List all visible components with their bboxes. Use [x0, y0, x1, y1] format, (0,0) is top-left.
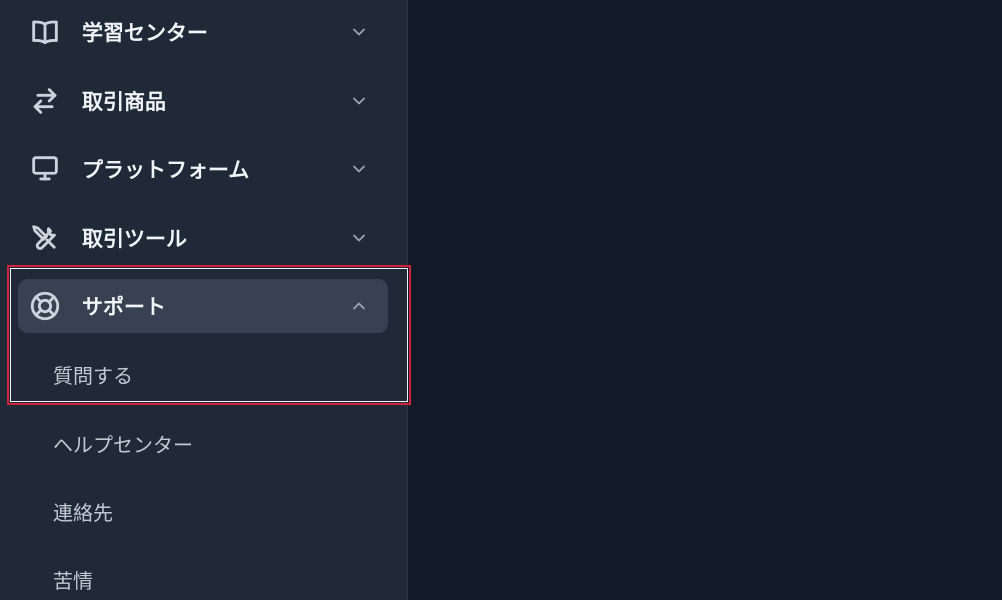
- sidebar-item-label: プラットフォーム: [82, 158, 250, 182]
- sidebar-item-label: 取引商品: [82, 90, 166, 114]
- chevron-down-icon: [348, 90, 370, 112]
- chevron-up-icon: [348, 295, 370, 317]
- support-subitem-help-center[interactable]: ヘルプセンター: [53, 429, 193, 458]
- desktop-monitor-icon: [28, 152, 62, 186]
- page: 学習センター 取引商品 プラットフォーム 取引ツール サポート 質問する ヘルプ…: [0, 0, 1002, 600]
- sidebar-item-label: 取引ツール: [82, 227, 187, 251]
- book-open-icon: [28, 15, 62, 49]
- support-subitem-contact[interactable]: 連絡先: [53, 497, 113, 526]
- sidebar-item-trading-products[interactable]: 取引商品: [18, 74, 388, 128]
- arrows-exchange-icon: [28, 84, 62, 118]
- chevron-down-icon: [348, 158, 370, 180]
- main-content-area: [409, 0, 1002, 600]
- sidebar-item-learning-center[interactable]: 学習センター: [18, 5, 388, 59]
- sidebar-item-trading-tools[interactable]: 取引ツール: [18, 211, 388, 265]
- wrench-screwdriver-icon: [28, 221, 62, 255]
- lifebuoy-icon: [28, 289, 62, 323]
- support-subitem-ask-question[interactable]: 質問する: [53, 360, 133, 389]
- sidebar-item-label: 学習センター: [82, 21, 208, 45]
- sidebar-menu: 学習センター 取引商品 プラットフォーム 取引ツール サポート 質問する ヘルプ…: [0, 0, 408, 600]
- sidebar-item-label: サポート: [82, 295, 166, 319]
- chevron-down-icon: [348, 21, 370, 43]
- support-subitem-complaints[interactable]: 苦情: [53, 565, 93, 594]
- chevron-down-icon: [348, 227, 370, 249]
- sidebar-item-support[interactable]: サポート: [18, 279, 388, 333]
- sidebar-item-platform[interactable]: プラットフォーム: [18, 142, 388, 196]
